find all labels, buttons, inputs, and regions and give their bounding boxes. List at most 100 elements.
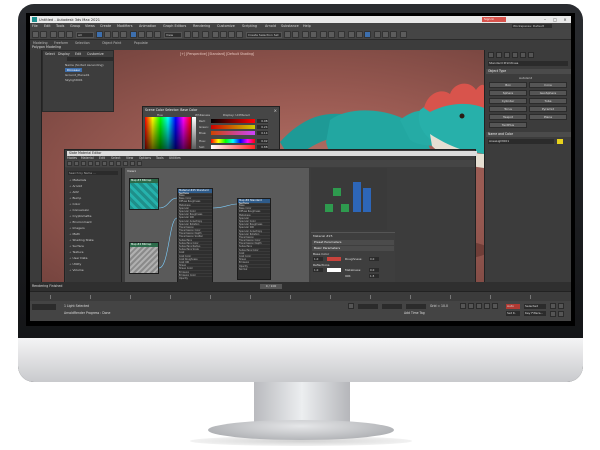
object-type-rollout[interactable]: Object Type [486,69,571,74]
cylinder-button[interactable]: Cylinder [489,98,527,104]
display-tab-icon[interactable] [520,52,526,58]
tube-button[interactable]: Tube [529,98,567,104]
workspace-selector[interactable]: Workspaces: Default [512,23,552,29]
browser-search-input[interactable]: Search by Name ... [68,171,118,175]
minimize-button[interactable]: – [540,17,550,23]
roughness-field[interactable]: 0.0 [369,257,379,261]
autogrid-checkbox[interactable]: AutoGrid [519,76,532,80]
mated-menu-utilities[interactable]: Utilities [169,156,181,160]
auto-key-button[interactable]: Auto [506,303,520,309]
material-preview-panel[interactable] [311,168,387,230]
pivot-icon[interactable] [184,31,191,38]
motion-tab-icon[interactable] [512,52,518,58]
red-value[interactable]: 0.98 [257,119,268,123]
browser-item[interactable]: Color [69,202,80,206]
close-button[interactable]: × [560,17,570,23]
menu-group[interactable]: Group [70,24,80,28]
preset-parameters-rollout[interactable]: Preset Parameters [312,240,394,245]
object-category-dropdown[interactable]: Standard Primitives [488,61,568,66]
browser-item[interactable]: AOV [69,190,78,194]
keyboard-shortcut-icon[interactable] [202,31,209,38]
green-slider[interactable] [211,125,255,129]
bind-space-warp-icon[interactable] [66,31,73,38]
browser-item[interactable]: Cryptomatte [69,214,91,218]
scene-column-header[interactable]: Name (Sorted Ascending) [65,63,104,67]
torus-button[interactable]: Torus [489,106,527,112]
menu-modifiers[interactable]: Modifiers [117,24,132,28]
hue-slider[interactable] [211,139,255,143]
menu-graph-editors[interactable]: Graph Editors [163,24,186,28]
z-coordinate-field[interactable] [406,303,426,309]
sign-in-button[interactable]: Sign In [482,17,506,22]
spinner-snap-icon[interactable] [236,31,243,38]
pan-icon[interactable] [558,303,564,309]
schematic-view-icon[interactable] [328,31,335,38]
object-color-swatch[interactable] [557,139,563,144]
hide-unused-slots-icon[interactable] [95,161,100,166]
rendered-frame-window-icon[interactable] [356,31,363,38]
move-children-icon[interactable] [88,161,93,166]
scene-tab-customize[interactable]: Customize [87,52,104,56]
browser-item[interactable]: Arnold [69,184,82,188]
menu-help[interactable]: Help [303,24,311,28]
curve-editor-icon[interactable] [320,31,327,38]
box-button[interactable]: Box [489,82,527,88]
blue-slider[interactable] [211,131,255,135]
percent-snap-icon[interactable] [228,31,235,38]
menu-scripting[interactable]: Scripting [242,24,257,28]
track-bar[interactable] [30,291,571,301]
show-end-result-icon[interactable] [109,161,114,166]
mated-menu-edit[interactable]: Edit [99,156,105,160]
mated-menu-select[interactable]: Select [111,156,121,160]
mated-menu-material[interactable]: Material [81,156,94,160]
selected-filter-dropdown[interactable]: Selected [524,303,546,309]
zoom-icon[interactable] [550,303,556,309]
undo-icon[interactable] [32,31,39,38]
standard-surface-node[interactable]: Material #25 Standard Surface Base Base … [177,188,213,282]
menu-create[interactable]: Create [100,24,111,28]
blue-value[interactable]: 0.14 [257,131,268,135]
scene-tab-edit[interactable]: Edit [75,52,81,56]
maximize-viewport-icon[interactable] [558,311,564,317]
selection-filter-dropdown[interactable]: All [76,31,94,38]
perspective-viewport[interactable]: [+] [Perspective] [Standard] [Default Sh… [30,50,484,282]
geosphere-button[interactable]: GeoSphere [529,90,567,96]
next-frame-icon[interactable] [484,303,490,309]
scene-search-input[interactable] [67,57,113,61]
hierarchy-tab-icon[interactable] [504,52,510,58]
layer-explorer-icon[interactable] [310,31,317,38]
mirror-icon[interactable] [284,31,291,38]
assign-material-icon[interactable] [74,161,79,166]
redo-icon[interactable] [40,31,47,38]
node-slot[interactable]: Normal [238,266,270,271]
set-key-button[interactable]: Set K. [506,310,520,316]
go-to-end-icon[interactable] [492,303,498,309]
scene-row-ground[interactable]: Ground_Plane01 [65,73,90,77]
play-icon[interactable] [476,303,482,309]
ribbon-tab-object-paint[interactable]: Object Paint [102,41,121,45]
scene-row-skylight[interactable]: Skylight001 [65,78,83,82]
scene-tab-display[interactable]: Display [58,52,70,56]
select-manipulate-icon[interactable] [192,31,199,38]
time-slider[interactable]: Rendering Finished 0 / 100 [30,282,571,291]
pyramid-button[interactable]: Pyramid [529,106,567,112]
ior-field[interactable]: 1.5 [369,274,379,278]
specular-color-swatch[interactable] [327,268,341,272]
material-browser-icon[interactable] [137,161,142,166]
maximize-button[interactable]: □ [550,17,560,23]
reflections-field[interactable]: 1.0 [313,268,323,272]
selection-region-icon[interactable] [112,31,119,38]
menu-rendering[interactable]: Rendering [193,24,210,28]
mated-menu-options[interactable]: Options [139,156,151,160]
y-coordinate-field[interactable] [382,303,402,309]
saturation-slider[interactable] [211,145,255,149]
select-object-icon[interactable] [96,31,103,38]
maxscript-listener[interactable] [32,304,56,310]
browser-item[interactable]: Materials [69,178,86,182]
render-iterative-icon[interactable] [390,31,397,38]
pick-material-icon[interactable] [67,161,72,166]
create-tab-icon[interactable] [488,52,494,58]
rotate-icon[interactable] [138,31,145,38]
arnold-render-icon[interactable] [374,31,381,38]
scale-icon[interactable] [146,31,153,38]
